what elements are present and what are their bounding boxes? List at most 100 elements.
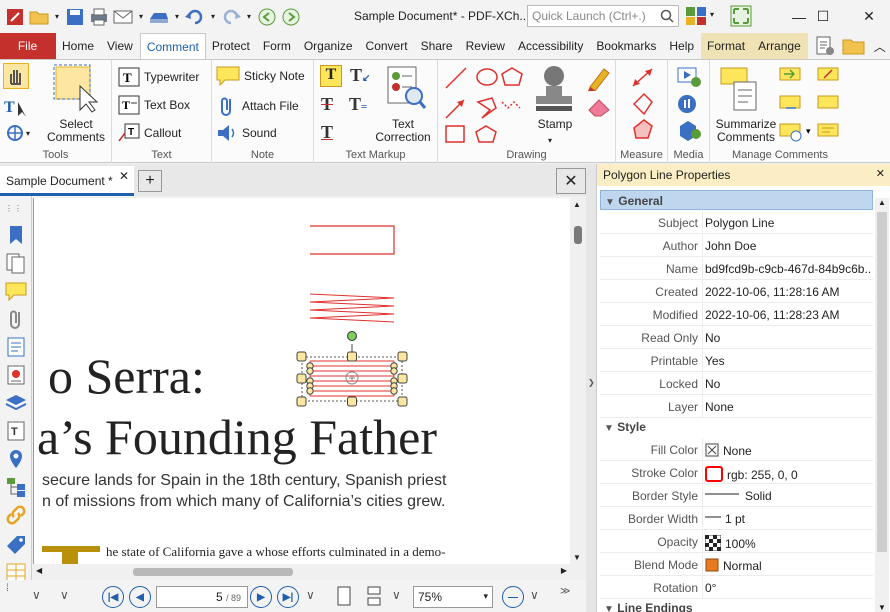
new-tab-button[interactable]: + [138,170,162,192]
underline-icon[interactable]: T [321,122,333,143]
nav-more-icon[interactable]: ≫ [560,586,570,597]
tab-arrange[interactable]: Arrange [752,33,808,59]
scroll-down-icon[interactable]: ▼ [878,603,886,612]
insert-text-icon[interactable]: T↙ [350,65,370,86]
tab-home[interactable]: Home [56,33,101,59]
property-value[interactable]: None [705,443,873,458]
email-icon[interactable] [112,6,134,28]
chevron-down-icon[interactable]: ▾ [136,6,146,28]
pages-icon[interactable] [5,252,27,274]
options-icon[interactable] [814,33,836,59]
chevron-down-icon[interactable]: ▾ [172,6,182,28]
open-folder-icon[interactable] [28,6,50,28]
property-value[interactable]: No [705,331,873,345]
style-row[interactable]: Fill Color None [600,438,873,461]
attachments-icon[interactable] [5,308,27,330]
pencil-icon[interactable] [586,65,612,94]
scroll-up-icon[interactable]: ▲ [878,198,886,207]
comments-icon[interactable] [5,280,27,302]
redo-icon[interactable] [220,6,242,28]
last-page-button[interactable]: ▶| [277,586,299,608]
style-row[interactable]: Rotation 0° [600,576,873,599]
tab-convert[interactable]: Convert [360,33,415,59]
zigzag-annotation[interactable] [304,290,400,324]
manage-comments-icons[interactable]: ▾ [778,64,848,146]
links-icon[interactable] [5,504,27,526]
property-value[interactable]: rgb: 255, 0, 0 [705,466,873,482]
general-row[interactable]: Name bd9fcd9b-c9cb-467d-84b9c6b.. [600,257,873,280]
scanner-icon[interactable] [148,6,170,28]
quick-launch-input[interactable]: Quick Launch (Ctrl+.) [527,5,679,27]
property-value[interactable]: 100% [705,535,873,551]
property-value[interactable]: Polygon Line [705,216,873,230]
layers-icon[interactable] [5,392,27,414]
close-tab-icon[interactable]: ✕ [119,169,129,183]
property-value[interactable]: None [705,400,873,414]
panel-scrollbar[interactable]: ▲ ▼ [875,198,889,612]
ribbon-collapse-icon[interactable]: ︿ [874,33,886,59]
summarize-comments-label[interactable]: Summarize Comments [710,118,782,144]
style-row[interactable]: Opacity 100% [600,530,873,553]
nav-expand-icon[interactable]: ∨ [32,588,41,602]
general-row[interactable]: Created 2022-10-06, 11:28:16 AM [600,280,873,303]
highlight-text-icon[interactable]: T [320,65,342,87]
forward-icon[interactable] [280,6,302,28]
sound-button[interactable]: Sound [216,123,277,143]
tab-help[interactable]: Help [663,33,701,59]
tags-icon[interactable] [5,534,27,556]
typewriter-button[interactable]: T Typewriter [118,67,199,87]
section-general[interactable]: ▼ General [600,190,873,210]
page-number-input[interactable]: 5 / 89 [156,586,248,608]
property-value[interactable]: Solid [705,489,873,503]
zoom-select[interactable]: 75% ▾ [413,586,493,608]
sticky-note-button[interactable]: Sticky Note [216,65,305,87]
property-value[interactable]: bd9fcd9b-c9cb-467d-84b9c6b.. [705,262,873,276]
scroll-up-icon[interactable]: ▲ [573,200,581,209]
text-box-button[interactable]: T Text Box [118,95,190,115]
vertical-scroll-thumb[interactable] [574,226,582,244]
layout-options-icon[interactable] [685,6,707,29]
document-viewport[interactable]: o Serra: a’s Founding Father secure land… [33,198,570,564]
tab-protect[interactable]: Protect [206,33,257,59]
folder-icon[interactable] [842,33,866,59]
general-row[interactable]: Printable Yes [600,349,873,372]
property-value[interactable]: Normal [705,558,873,573]
undo-icon[interactable] [184,6,206,28]
attach-file-button[interactable]: Attach File [216,95,299,117]
strikeout-icon[interactable]: T [321,94,333,115]
zoom-out-button[interactable]: — [502,586,524,608]
panel-scroll-thumb[interactable] [877,212,887,552]
measure-tools-icons[interactable] [630,66,656,142]
general-row[interactable]: Read Only No [600,326,873,349]
print-icon[interactable] [88,6,110,28]
tab-organize[interactable]: Organize [298,33,360,59]
save-icon[interactable] [64,6,86,28]
signatures-icon[interactable] [5,364,27,386]
close-button[interactable]: ✕ [846,0,890,33]
scroll-down-icon[interactable]: ▼ [573,553,581,562]
nav-expand-icon-5[interactable]: ∨ [530,588,539,602]
back-icon[interactable] [256,6,278,28]
chevron-down-icon[interactable]: ▾ [548,136,552,145]
selected-polygon-line[interactable] [292,328,412,412]
splitter-arrow-icon[interactable]: ❯ [588,378,595,387]
chevron-down-icon[interactable]: ▾ [244,6,254,28]
tab-comment[interactable]: Comment [139,33,206,59]
select-comments-icon[interactable] [52,64,102,117]
style-row[interactable]: Border Style Solid [600,484,873,507]
style-row[interactable]: Stroke Color rgb: 255, 0, 0 [600,461,873,484]
chevron-down-icon[interactable]: ▾ [710,10,714,19]
tab-view[interactable]: View [101,33,140,59]
nav-options-icon[interactable]: ⁞ [6,583,9,594]
replace-text-icon[interactable]: T= [349,94,367,115]
tab-format[interactable]: Format [701,33,753,59]
tab-review[interactable]: Review [460,33,512,59]
tab-accessibility[interactable]: Accessibility [512,33,590,59]
pane-splitter[interactable]: ❯ [586,164,596,612]
style-row[interactable]: Border Width 1 pt [600,507,873,530]
previous-page-button[interactable]: ◀ [129,586,151,608]
section-line-endings[interactable]: ▼ Line Endings [600,598,873,612]
continuous-page-icon[interactable] [364,586,384,606]
callout-button[interactable]: T Callout [118,123,181,143]
maximize-button[interactable]: ☐ [800,0,846,33]
